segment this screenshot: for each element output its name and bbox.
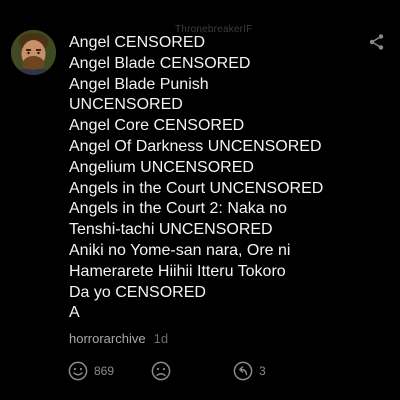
username[interactable]: horrorarchive (69, 331, 146, 346)
user-avatar[interactable] (11, 30, 56, 75)
reply-button[interactable]: 3 (233, 360, 266, 382)
comment-line: Angel Of Darkness UNCENSORED (69, 137, 322, 155)
comment-line: A (69, 304, 80, 322)
comment-meta: horrorarchive 1d (69, 331, 168, 346)
frown-icon (151, 361, 171, 381)
avatar-portrait (11, 30, 56, 75)
comment-line: Angelium UNCENSORED (69, 158, 254, 176)
comment-line: Hamerarete Hiihii Itteru Tokoro (69, 262, 286, 280)
timestamp: 1d (153, 331, 169, 346)
comment-line: UNCENSORED (69, 96, 183, 114)
like-button[interactable]: 869 (68, 360, 114, 382)
comment-line: Da yo CENSORED (69, 283, 206, 301)
comment-line: Tenshi-tachi UNCENSORED (69, 221, 273, 239)
reply-count: 3 (259, 364, 266, 378)
comment-line: Angel Blade CENSORED (69, 54, 251, 72)
comment-text: Angel CENSORED Angel Blade CENSORED Angel … (69, 33, 394, 324)
comment-line: Angels in the Court 2: Naka no (69, 200, 287, 218)
reply-icon (233, 361, 253, 381)
comment-actions: 869 3 (0, 360, 400, 384)
dislike-button[interactable] (151, 360, 171, 382)
smiley-icon (68, 361, 88, 381)
comment-screen: ThronebreakerIF Angel CENSORED Angel Blad… (0, 0, 400, 400)
like-count: 869 (94, 364, 115, 378)
comment-line: Angel Core CENSORED (69, 117, 245, 135)
comment-line: Angel Blade Punish (69, 75, 209, 93)
comment-line: Angels in the Court UNCENSORED (69, 179, 324, 197)
comment-line: Aniki no Yome-san nara, Ore ni (69, 241, 291, 259)
comment-line: Angel CENSORED (69, 34, 206, 51)
